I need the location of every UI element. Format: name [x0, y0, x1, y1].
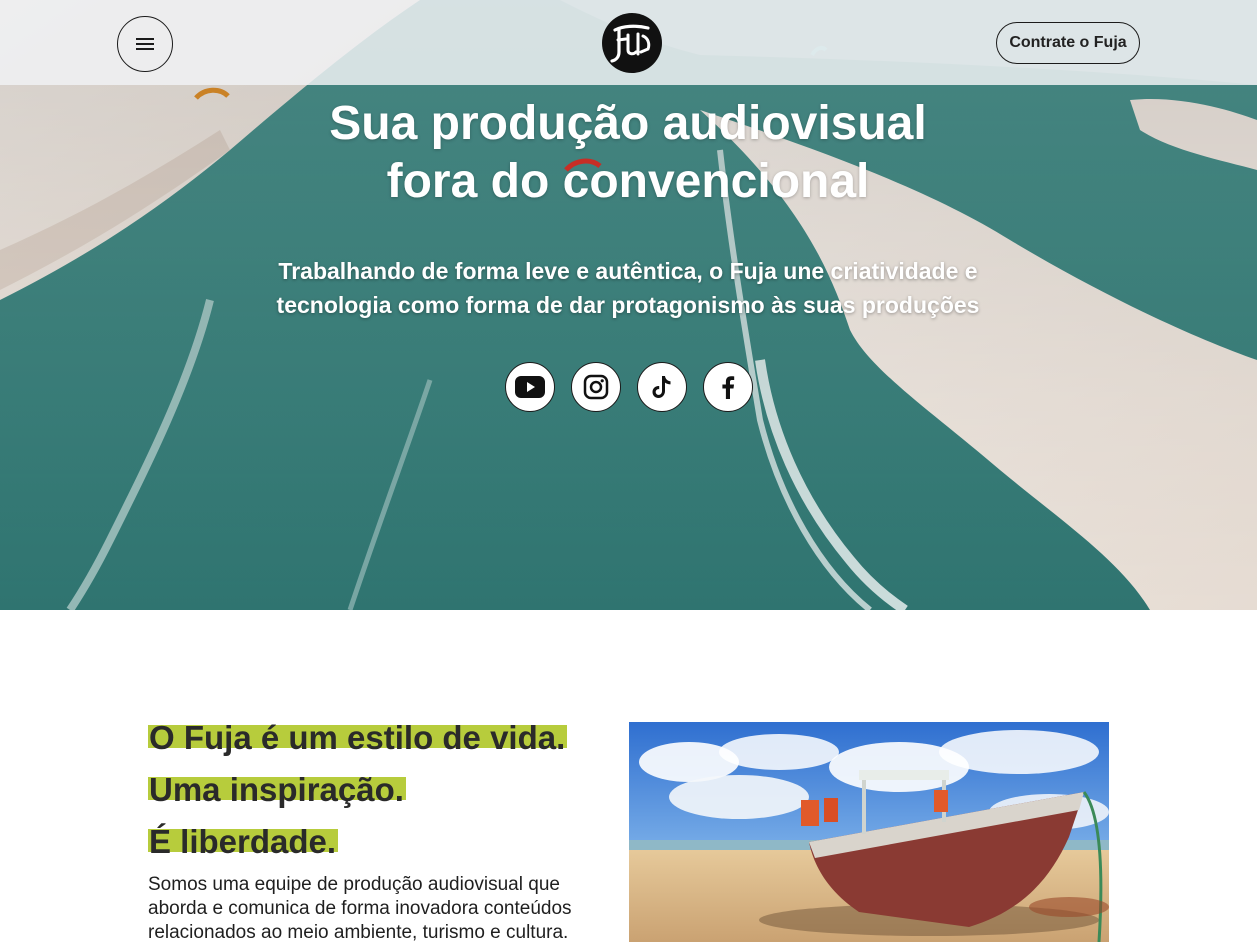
- about-heading: O Fuja é um estilo de vida. Uma inspiraç…: [148, 712, 608, 868]
- menu-button[interactable]: [117, 16, 173, 72]
- tiktok-link[interactable]: [637, 362, 687, 412]
- about-heading-line: O Fuja é um estilo de vida.: [148, 719, 568, 756]
- instagram-icon: [583, 374, 609, 400]
- instagram-link[interactable]: [571, 362, 621, 412]
- facebook-link[interactable]: [703, 362, 753, 412]
- about-description-line: aborda e comunica de forma inovadora con…: [148, 898, 572, 919]
- hero-subtitle-line: Trabalhando de forma leve e autêntica, o…: [278, 258, 978, 284]
- about-heading-line: É liberdade.: [148, 823, 339, 860]
- youtube-icon: [515, 376, 545, 398]
- tiktok-icon: [652, 376, 671, 398]
- hero-title: Sua produção audiovisual fora do convenc…: [228, 95, 1028, 211]
- boat-on-beach-image: [629, 722, 1109, 942]
- boat-photo: [629, 722, 1109, 942]
- hero-section: Sua produção audiovisual fora do convenc…: [0, 0, 1257, 610]
- hero-title-line: fora do convencional: [386, 155, 870, 208]
- youtube-link[interactable]: [505, 362, 555, 412]
- site-header: Contrate o Fuja: [0, 0, 1257, 85]
- hero-title-line: Sua produção audiovisual: [329, 97, 927, 150]
- facebook-icon: [722, 376, 735, 399]
- hire-fuja-button[interactable]: Contrate o Fuja: [996, 22, 1140, 64]
- hero-subtitle-line: tecnologia como forma de dar protagonism…: [276, 292, 980, 318]
- hamburger-icon: [136, 38, 154, 50]
- social-links: [505, 362, 753, 412]
- fuja-logo[interactable]: [601, 12, 663, 74]
- hero-subtitle: Trabalhando de forma leve e autêntica, o…: [228, 254, 1028, 322]
- about-heading-line: Uma inspiração.: [148, 771, 406, 808]
- about-description: Somos uma equipe de produção audiovisual…: [148, 873, 618, 945]
- about-description-line: Somos uma equipe de produção audiovisual…: [148, 874, 560, 895]
- about-description-line: relacionados ao meio ambiente, turismo e…: [148, 922, 569, 943]
